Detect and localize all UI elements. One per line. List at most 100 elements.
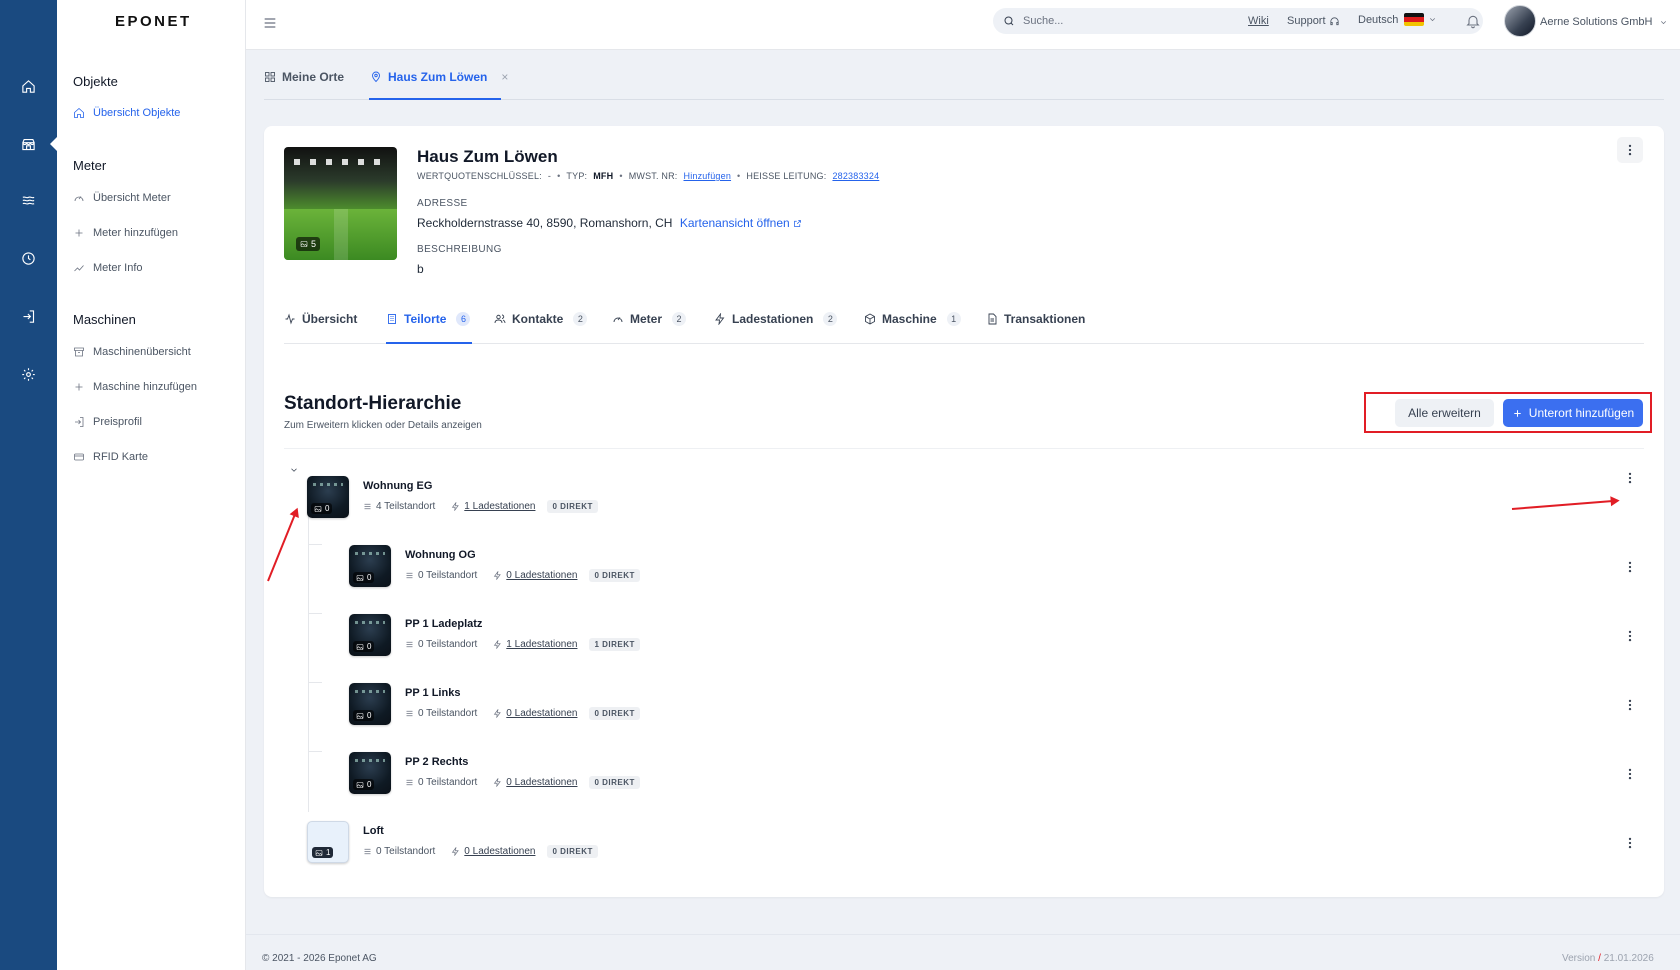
store-icon[interactable]: [0, 126, 57, 162]
direkt-badge: 1 DIREKT: [589, 638, 640, 651]
location-meta: 0 Teilstandort 1 Ladestationen 1 DIREKT: [405, 638, 640, 651]
add-sublocation-button[interactable]: Unterort hinzufügen: [1503, 399, 1643, 427]
location-name[interactable]: PP 1 Links: [405, 687, 460, 699]
footer-divider: [246, 934, 1680, 935]
map-view-link[interactable]: Kartenansicht öffnen: [680, 216, 802, 230]
account-menu[interactable]: Aerne Solutions GmbH: [1540, 16, 1668, 28]
tab-label: Transaktionen: [1004, 312, 1086, 326]
ladestationen-link[interactable]: 0 Ladestationen: [506, 777, 577, 788]
plus-icon: [75, 383, 83, 391]
box-icon: [865, 313, 875, 325]
tab-count-badge: 2: [823, 312, 838, 326]
address-label: ADRESSE: [417, 198, 468, 209]
direkt-badge: 0 DIREKT: [589, 707, 640, 720]
company-name: Aerne Solutions GmbH: [1540, 16, 1653, 28]
image-count: 0: [325, 504, 330, 513]
location-name[interactable]: Wohnung OG: [405, 549, 476, 561]
sidebar-item-meter-info[interactable]: Meter Info: [73, 262, 143, 274]
row-more-button[interactable]: [1617, 830, 1643, 856]
tab-meter[interactable]: Meter 2: [612, 312, 687, 326]
location-thumbnail[interactable]: 0: [349, 614, 391, 656]
address-text: Reckholdernstrasse 40, 8590, Romanshorn,…: [417, 216, 673, 230]
tab-label: Maschine: [882, 312, 937, 326]
location-name[interactable]: PP 2 Rechts: [405, 756, 468, 768]
image-icon: [356, 574, 364, 581]
page-tabs: Meine Orte Haus Zum Löwen ×: [264, 58, 1664, 100]
row-more-button[interactable]: [1617, 465, 1643, 491]
sidebar-item-uebersicht-meter[interactable]: Übersicht Meter: [73, 192, 171, 204]
image-icon: [315, 849, 323, 856]
waves-icon[interactable]: [0, 182, 57, 218]
tab-ladestationen[interactable]: Ladestationen 2: [714, 312, 838, 326]
location-thumbnail[interactable]: 0: [307, 476, 349, 518]
tab-maschine[interactable]: Maschine 1: [864, 312, 961, 326]
clock-icon[interactable]: [0, 240, 57, 276]
expand-all-button[interactable]: Alle erweitern: [1395, 399, 1494, 427]
teilstandort-count: 0 Teilstandort: [418, 570, 478, 581]
sidebar-item-maschinenuebersicht[interactable]: Maschinenübersicht: [73, 346, 191, 358]
sidebar-item-meter-hinzufuegen[interactable]: Meter hinzufügen: [73, 227, 178, 239]
home-icon: [74, 107, 84, 118]
sidebar-item-maschine-hinzufuegen[interactable]: Maschine hinzufügen: [73, 381, 197, 393]
more-vertical-icon: [1628, 144, 1632, 156]
tab-kontakte[interactable]: Kontakte 2: [494, 312, 588, 326]
heisse-leitung-link[interactable]: 282383324: [832, 171, 879, 181]
gear-icon[interactable]: [0, 356, 57, 392]
ladestationen-link[interactable]: 1 Ladestationen: [506, 639, 577, 650]
sidebar-item-uebersicht-objekte[interactable]: Übersicht Objekte: [73, 107, 180, 119]
tab-label: Teilorte: [404, 312, 447, 326]
heisse-leitung-label: HEISSE LEITUNG:: [746, 171, 827, 181]
activity-icon: [285, 313, 295, 325]
ladestationen-link[interactable]: 0 Ladestationen: [506, 708, 577, 719]
ladestationen-link[interactable]: 1 Ladestationen: [464, 501, 535, 512]
wiki-link[interactable]: Wiki: [1248, 15, 1269, 27]
location-name[interactable]: Wohnung EG: [363, 480, 432, 492]
footer-version: Version / 21.01.2026: [1562, 953, 1654, 964]
location-name[interactable]: Loft: [363, 825, 384, 837]
notifications-button[interactable]: [1465, 13, 1481, 32]
tab-meine-orte[interactable]: Meine Orte: [264, 70, 344, 84]
image-count-badge: 0: [353, 710, 375, 721]
login-icon[interactable]: [0, 298, 57, 334]
bolt-icon: [494, 709, 502, 718]
tab-transaktionen[interactable]: Transaktionen: [986, 312, 1085, 326]
expand-toggle[interactable]: [289, 464, 301, 476]
tab-teilorte[interactable]: Teilorte 6: [386, 312, 471, 326]
location-thumbnail[interactable]: 0: [349, 545, 391, 587]
wq-label: WERTQUOTENSCHLÜSSEL:: [417, 171, 542, 181]
tree-branch: [308, 751, 322, 752]
image-count: 5: [311, 239, 317, 249]
mwst-add-link[interactable]: Hinzufügen: [684, 171, 732, 181]
sidebar-item-preisprofil[interactable]: Preisprofil: [73, 416, 142, 428]
menu-toggle-button[interactable]: [262, 15, 278, 31]
home-icon[interactable]: [0, 68, 57, 104]
row-more-button[interactable]: [1617, 761, 1643, 787]
language-selector[interactable]: Deutsch: [1358, 13, 1437, 26]
bell-icon: [1466, 15, 1480, 29]
ladestationen-link[interactable]: 0 Ladestationen: [506, 570, 577, 581]
map-pin-icon: [372, 71, 380, 83]
brand-logo[interactable]: EPONET: [115, 13, 192, 30]
search-input[interactable]: [1023, 15, 1223, 27]
object-more-button[interactable]: [1617, 137, 1643, 163]
chevron-down-icon: [1660, 20, 1666, 24]
ladestationen-link[interactable]: 0 Ladestationen: [464, 846, 535, 857]
tab-uebersicht[interactable]: Übersicht: [284, 312, 357, 326]
avatar[interactable]: [1504, 5, 1536, 37]
row-more-button[interactable]: [1617, 623, 1643, 649]
location-thumbnail[interactable]: 0: [349, 752, 391, 794]
object-image[interactable]: 5: [284, 147, 397, 260]
location-name[interactable]: PP 1 Ladeplatz: [405, 618, 482, 630]
location-thumbnail[interactable]: 1: [307, 821, 349, 863]
row-more-button[interactable]: [1617, 554, 1643, 580]
users-icon: [494, 314, 506, 324]
tab-count-badge: 6: [456, 312, 471, 326]
plus-icon: [75, 229, 83, 237]
sidebar-item-rfid-karte[interactable]: RFID Karte: [73, 451, 148, 463]
tab-haus-zum-loewen[interactable]: Haus Zum Löwen ×: [370, 70, 508, 84]
location-thumbnail[interactable]: 0: [349, 683, 391, 725]
row-more-button[interactable]: [1617, 692, 1643, 718]
tree-branch: [308, 682, 322, 683]
close-tab-icon[interactable]: ×: [501, 70, 508, 84]
support-link[interactable]: Support: [1287, 15, 1340, 27]
